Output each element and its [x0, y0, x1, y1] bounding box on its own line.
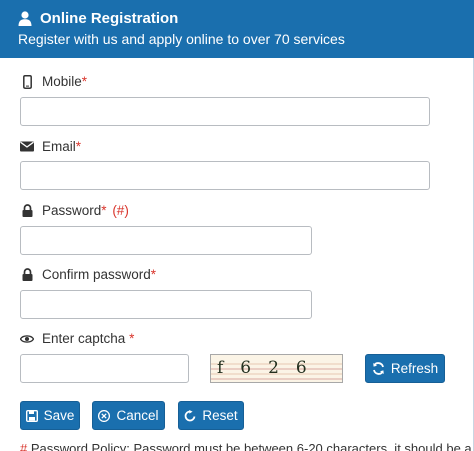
password-label: Password* (#): [20, 203, 129, 218]
password-policy-hint: (#): [112, 203, 129, 218]
save-icon: [25, 409, 38, 422]
cancel-icon: [98, 409, 111, 422]
page-title: Online Registration: [40, 10, 179, 27]
mobile-icon: [20, 74, 34, 89]
password-input[interactable]: [20, 226, 312, 255]
confirm-password-label: Confirm password*: [20, 267, 156, 282]
refresh-captcha-button[interactable]: Refresh: [365, 354, 445, 383]
policy-marker: #: [20, 441, 28, 451]
required-marker: *: [75, 139, 82, 154]
reset-icon: [184, 409, 196, 422]
password-policy-text: # Password Policy: Password must be betw…: [20, 441, 474, 451]
refresh-label: Refresh: [390, 361, 439, 376]
envelope-icon: [20, 141, 34, 152]
confirm-password-input[interactable]: [20, 290, 312, 319]
reset-label: Reset: [202, 408, 238, 423]
user-icon: [18, 11, 32, 26]
required-marker: *: [129, 331, 135, 346]
mobile-input[interactable]: [20, 97, 430, 126]
captcha-input[interactable]: [20, 354, 189, 383]
password-label-text: Password: [42, 203, 102, 218]
captcha-label: Enter captcha *: [20, 331, 134, 346]
refresh-icon: [372, 362, 385, 375]
save-button[interactable]: Save: [20, 401, 80, 430]
lock-icon: [20, 204, 34, 217]
eye-icon: [20, 334, 34, 344]
required-marker: *: [101, 203, 107, 218]
confirm-password-label-text: Confirm password: [42, 267, 151, 282]
captcha-image: f626: [210, 354, 343, 383]
cancel-label: Cancel: [116, 408, 159, 423]
email-label-text: Email: [42, 139, 76, 154]
reset-button[interactable]: Reset: [178, 401, 244, 430]
cancel-button[interactable]: Cancel: [92, 401, 165, 430]
captcha-text: f626: [217, 358, 324, 378]
email-label: Email*: [20, 139, 81, 154]
lock-icon: [20, 268, 34, 281]
mobile-label: Mobile*: [20, 74, 87, 89]
mobile-label-text: Mobile: [42, 74, 82, 89]
captcha-label-text: Enter captcha: [42, 331, 126, 346]
registration-header: Online Registration Register with us and…: [0, 0, 474, 58]
page-subtitle: Register with us and apply online to ove…: [18, 31, 345, 47]
email-input[interactable]: [20, 161, 430, 190]
required-marker: *: [81, 74, 88, 89]
policy-body: Password Policy: Password must be betwee…: [30, 441, 472, 451]
required-marker: *: [150, 267, 157, 282]
save-label: Save: [43, 408, 75, 423]
